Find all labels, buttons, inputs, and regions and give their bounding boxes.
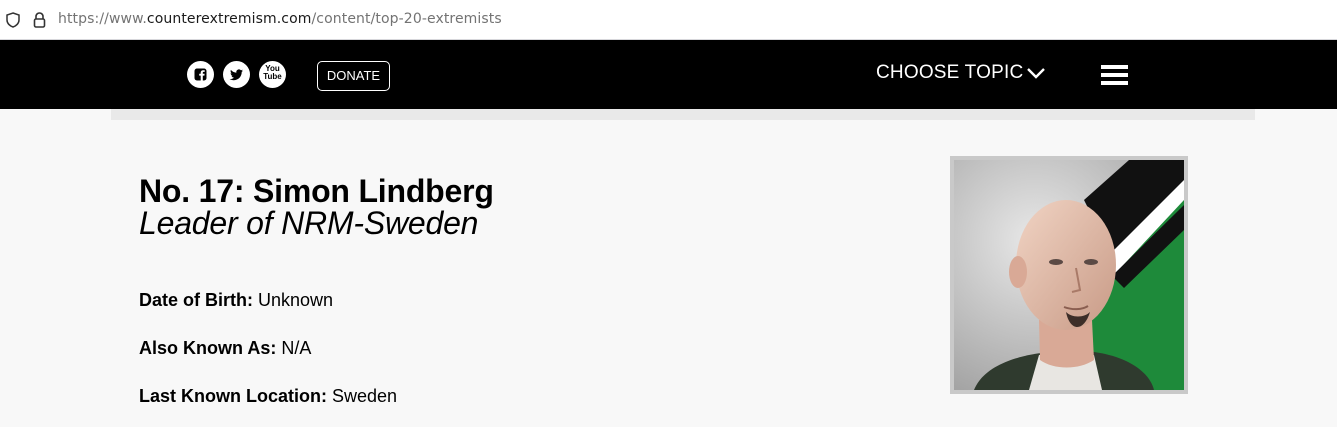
donate-button[interactable]: DONATE [317, 61, 390, 91]
twitter-icon[interactable] [223, 61, 250, 88]
fact-label: Also Known As: [139, 338, 277, 358]
fact-last-known-location: Last Known Location: Sweden [139, 386, 397, 407]
fact-also-known-as: Also Known As: N/A [139, 338, 311, 359]
fact-label: Date of Birth: [139, 290, 253, 310]
facebook-icon[interactable] [187, 61, 214, 88]
fact-date-of-birth: Date of Birth: Unknown [139, 290, 333, 311]
youtube-text-bottom: Tube [263, 72, 282, 81]
chevron-down-icon[interactable] [1026, 66, 1046, 85]
site-header: You Tube DONATE CHOOSE TOPIC [0, 40, 1337, 109]
url-scheme: https://www. [58, 11, 147, 27]
shield-icon[interactable] [6, 12, 20, 33]
menu-bar [1101, 73, 1128, 77]
profile-role: Leader of NRM-Sweden [139, 205, 479, 241]
lock-icon[interactable] [33, 12, 46, 33]
choose-topic-button[interactable]: CHOOSE TOPIC [876, 62, 1023, 84]
fact-value: N/A [281, 338, 312, 358]
url-host: counterextremism.com [146, 11, 312, 27]
youtube-wordmark: You Tube [259, 65, 286, 81]
content-top-divider [111, 109, 1255, 120]
profile-portrait [950, 156, 1188, 394]
menu-bar [1101, 65, 1128, 69]
fact-value: Sweden [332, 386, 398, 406]
browser-url-bar[interactable]: https://www.counterextremism.com/content… [0, 0, 1337, 40]
hamburger-menu-icon[interactable] [1101, 65, 1128, 85]
url-path: /content/top-20-extremists [311, 11, 502, 27]
fact-value: Unknown [258, 290, 334, 310]
fact-label: Last Known Location: [139, 386, 327, 406]
menu-bar [1101, 81, 1128, 85]
youtube-icon[interactable]: You Tube [259, 61, 286, 88]
address-field[interactable]: https://www.counterextremism.com/content… [58, 11, 502, 27]
